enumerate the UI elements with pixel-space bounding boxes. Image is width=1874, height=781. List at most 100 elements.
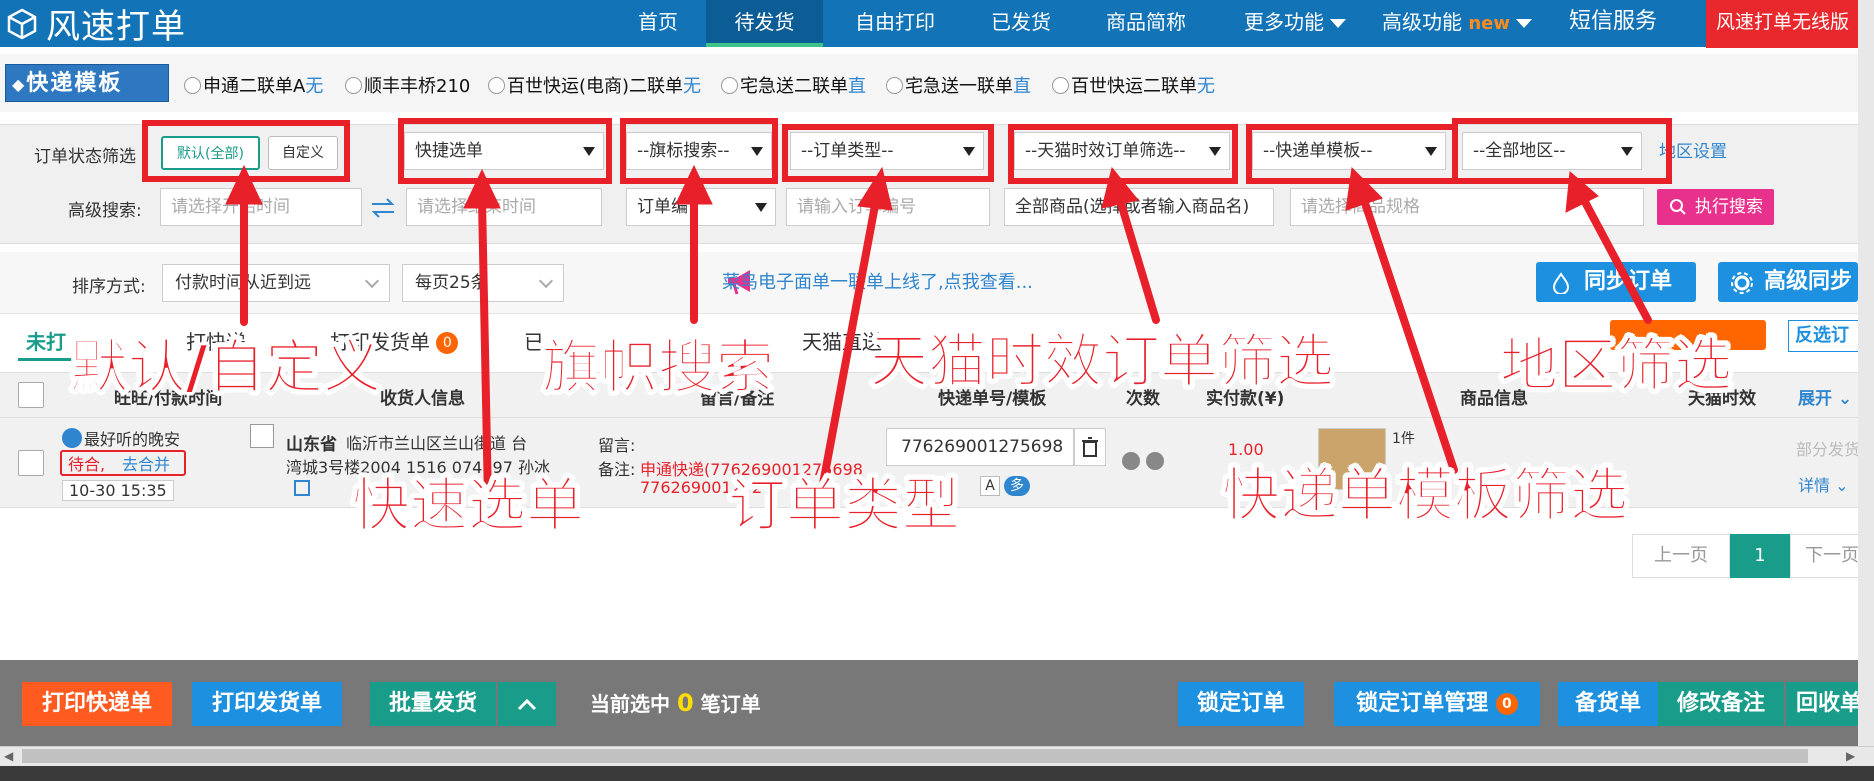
nav-sms[interactable]: 短信服务 (1562, 0, 1664, 47)
selected-prefix: 当前选中 (590, 692, 670, 716)
sort-order-dropdown[interactable]: 付款时间从近到远 (162, 264, 390, 302)
chevron-down-icon (538, 273, 554, 289)
advanced-search-label: 高级搜索: (68, 201, 142, 221)
template-option-label: 申通二联单A (203, 76, 306, 97)
stock-list-button[interactable]: 备货单 (1558, 682, 1658, 726)
order-number-input[interactable]: 请输入订单编号 (786, 188, 990, 226)
vertical-scrollbar[interactable] (1858, 0, 1874, 746)
nav-wireless[interactable]: 风速打单无线版 (1706, 0, 1874, 48)
nav-more-label: 更多功能 (1244, 10, 1324, 34)
nav-home[interactable]: 首页 (618, 0, 698, 47)
lock-manage-button[interactable]: 锁定订单管理 0 (1334, 682, 1540, 726)
page-size-value: 每页25条 (415, 273, 488, 293)
count-badge: 0 (1495, 693, 1518, 715)
chevron-down-icon (364, 273, 380, 289)
recycle-button[interactable]: 回收单 (1786, 682, 1858, 726)
search-icon (1670, 199, 1686, 215)
sync-orders-button[interactable]: 同步订单 (1536, 262, 1696, 302)
batch-ship-menu[interactable] (498, 682, 556, 726)
nav-free-print[interactable]: 自由打印 (840, 0, 950, 47)
scroll-left-icon[interactable]: ◀ (4, 749, 13, 763)
nav-goods-alias[interactable]: 商品简称 (1096, 0, 1196, 47)
select-all-checkbox[interactable] (18, 382, 44, 408)
goods-input[interactable]: 全部商品(选择或者输入商品名) (1004, 188, 1274, 226)
order-field-dropdown[interactable]: 订单编 (626, 188, 776, 226)
template-option[interactable]: 百世快运(电商)二联单无 (488, 72, 701, 98)
nav-more[interactable]: 更多功能 (1240, 0, 1350, 47)
template-option-tag: 无 (683, 76, 702, 97)
tag-a[interactable]: A (980, 476, 1000, 496)
scroll-right-icon[interactable]: ▶ (1846, 749, 1855, 763)
template-option-tag: 无 (305, 76, 324, 97)
buyer-name[interactable]: 最好听的晚安 (84, 426, 180, 450)
brand-logo[interactable]: 风速打单 (0, 0, 186, 47)
annotation-region-filter: 地区筛选 (1499, 331, 1733, 400)
detail-label: 详情 (1798, 476, 1831, 495)
merge-link[interactable]: 去合并 (122, 451, 170, 475)
radio-icon[interactable] (721, 77, 738, 94)
nav-pending-shipment[interactable]: 待发货 (706, 0, 823, 47)
detail-link[interactable]: 详情 ⌄ (1798, 472, 1849, 496)
expand-link[interactable]: 展开 ⌄ (1798, 384, 1852, 409)
chevron-down-icon: ⌄ (1837, 389, 1853, 409)
spec-input[interactable]: 请选择商品规格 (1290, 188, 1644, 226)
template-option[interactable]: 宅急送一联单直 (886, 72, 1031, 98)
brand-name: 风速打单 (46, 7, 186, 47)
swap-arrows-icon[interactable] (368, 196, 398, 220)
notice-link[interactable]: 菜鸟电子面单一联单上线了,点我查看... (722, 268, 1033, 294)
template-option[interactable]: 顺丰丰桥210 (345, 72, 470, 98)
reverse-select-button[interactable]: 反选订 (1788, 320, 1862, 352)
batch-ship-button[interactable]: 批量发货 (370, 682, 496, 726)
tab-unprinted[interactable]: 未打 (26, 326, 66, 355)
wait-merge-label: 待合, (68, 455, 106, 474)
annotation-quick-select: 快速选单 (351, 471, 585, 540)
chevron-down-icon (1330, 19, 1346, 28)
user-icon[interactable] (250, 424, 274, 448)
execute-search-button[interactable]: 执行搜索 (1657, 189, 1774, 225)
tab-shipped[interactable]: 已 (524, 326, 544, 355)
lock-order-button[interactable]: 锁定订单 (1178, 682, 1304, 726)
radio-icon[interactable] (886, 77, 903, 94)
template-option-label: 宅急送二联单 (740, 76, 848, 97)
chevron-down-icon (1516, 19, 1532, 28)
annotation-tmall-filter: 天猫时效订单筛选 (869, 327, 1335, 396)
expand-label: 展开 (1798, 389, 1832, 409)
nav-shipped[interactable]: 已发货 (976, 0, 1066, 47)
wangwang-icon[interactable] (62, 428, 82, 448)
print-invoice-button[interactable]: 打印发货单 (192, 682, 342, 726)
diamond-icon: ◆ (12, 75, 27, 94)
template-option[interactable]: 宅急送二联单直 (721, 72, 866, 98)
edit-note-button[interactable]: 修改备注 (1658, 682, 1784, 726)
page-size-dropdown[interactable]: 每页25条 (402, 264, 564, 302)
receiver-province: 山东省 (286, 435, 337, 455)
page-1-button[interactable]: 1 (1730, 534, 1790, 578)
chevron-down-icon: ⌄ (1835, 476, 1849, 495)
template-option[interactable]: 申通二联单A无 (184, 72, 323, 98)
radio-icon[interactable] (1052, 77, 1069, 94)
start-time-input[interactable]: 请选择开始时间 (160, 188, 362, 226)
advanced-sync-label: 高级同步 (1764, 269, 1853, 294)
row-checkbox[interactable] (18, 450, 44, 476)
col-receiver: 收货人信息 (380, 389, 465, 409)
receiver-address: 临沂市兰山区兰山街道 台 (346, 434, 528, 453)
selected-count: 0 (676, 689, 694, 717)
template-option-label: 百世快运(电商)二联单 (507, 76, 684, 97)
template-option-tag: 直 (848, 76, 866, 97)
prev-page-button[interactable]: 上一页 (1632, 534, 1730, 578)
nav-advanced[interactable]: 高级功能 new (1378, 0, 1536, 47)
tag-multi[interactable]: 多 (1004, 476, 1030, 496)
horizontal-scroll-thumb[interactable] (22, 749, 1808, 763)
order-status-label: 订单状态筛选 (34, 147, 136, 167)
template-option[interactable]: 百世快运二联单无 (1052, 72, 1215, 98)
end-time-input[interactable]: 请选择结束时间 (406, 188, 602, 226)
radio-icon[interactable] (488, 77, 505, 94)
copy-icon[interactable] (294, 480, 310, 496)
caret-down-icon (755, 203, 767, 212)
radio-icon[interactable] (184, 77, 201, 94)
print-express-button[interactable]: 打印快递单 (22, 682, 172, 726)
message-label: 留言: (598, 436, 636, 455)
delete-icon[interactable] (1074, 428, 1106, 466)
execute-search-label: 执行搜索 (1695, 197, 1763, 217)
radio-icon[interactable] (345, 77, 362, 94)
advanced-sync-button[interactable]: 高级同步 (1718, 262, 1858, 302)
